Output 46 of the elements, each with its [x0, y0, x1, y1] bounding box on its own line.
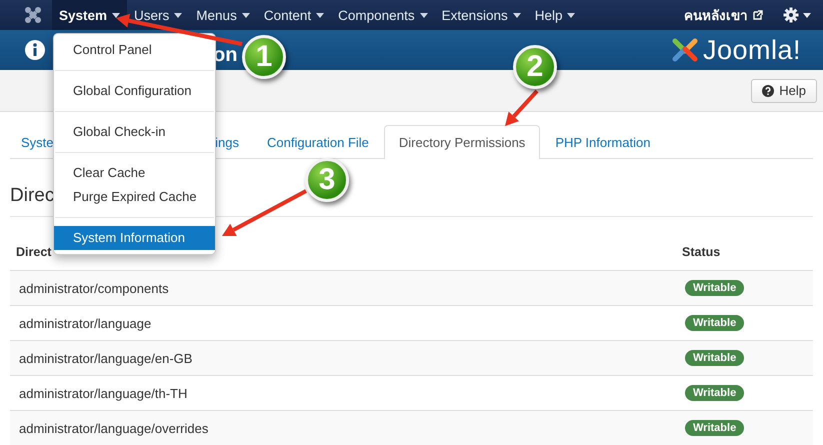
joomla-logo-icon[interactable] — [24, 6, 42, 24]
nav-menu[interactable]: Menus — [189, 0, 257, 30]
tab[interactable]: Configuration File — [252, 125, 384, 159]
status-label: Writable — [685, 280, 744, 296]
nav-menu[interactable]: Help — [528, 0, 582, 30]
menu-item[interactable]: Global Configuration — [54, 79, 215, 103]
arrow — [505, 90, 538, 126]
tab[interactable]: PHP Information — [540, 125, 666, 159]
caret-icon — [242, 12, 250, 18]
menu-item[interactable]: Clear Cache — [54, 161, 215, 185]
caret-icon — [112, 12, 120, 18]
column-header: Status — [682, 245, 720, 259]
info-icon — [25, 40, 45, 60]
brand-name: Joomla! — [702, 34, 801, 66]
step-badge: 3 — [305, 158, 349, 202]
menu-item[interactable]: Purge Expired Cache — [54, 185, 215, 209]
table-cell-text: administrator/language — [19, 316, 152, 330]
external-link-icon — [753, 10, 763, 20]
caret-icon — [420, 12, 428, 18]
table-cell-text: administrator/language/en-GB — [19, 350, 194, 366]
help-button[interactable]: Help — [751, 78, 817, 102]
caret-icon — [174, 12, 182, 18]
menu-item[interactable]: System Information — [54, 226, 215, 250]
status-label: Writable — [685, 385, 744, 401]
caret-icon — [316, 12, 324, 18]
settings-icon[interactable] — [783, 7, 811, 23]
nav-menu[interactable]: Users — [127, 0, 190, 30]
nav-menu[interactable]: System — [52, 0, 128, 30]
status-label: Writable — [685, 420, 744, 436]
nav-menu[interactable]: Components — [331, 0, 435, 30]
section-heading: Direc — [10, 185, 54, 206]
table-cell-text: administrator/language/overrides — [19, 420, 210, 436]
tab[interactable]: Directory Permissions — [384, 125, 540, 159]
help-icon — [762, 84, 774, 96]
menu-item[interactable]: Control Panel — [54, 38, 215, 62]
caret-icon — [567, 12, 576, 18]
table-cell-text: administrator/language/th-TH — [19, 386, 188, 400]
nav-menu[interactable]: Extensions — [434, 0, 528, 30]
menu-item[interactable]: Global Check-in — [54, 120, 215, 144]
status-label: Writable — [685, 315, 744, 331]
table-cell-text: administrator/components — [19, 280, 170, 296]
status-label: Writable — [685, 350, 744, 366]
column-header: Direct — [16, 245, 52, 259]
caret-icon — [512, 12, 521, 18]
nav-menu[interactable]: Content — [256, 0, 332, 30]
user-link[interactable]: คนหลังเขา — [684, 4, 748, 26]
